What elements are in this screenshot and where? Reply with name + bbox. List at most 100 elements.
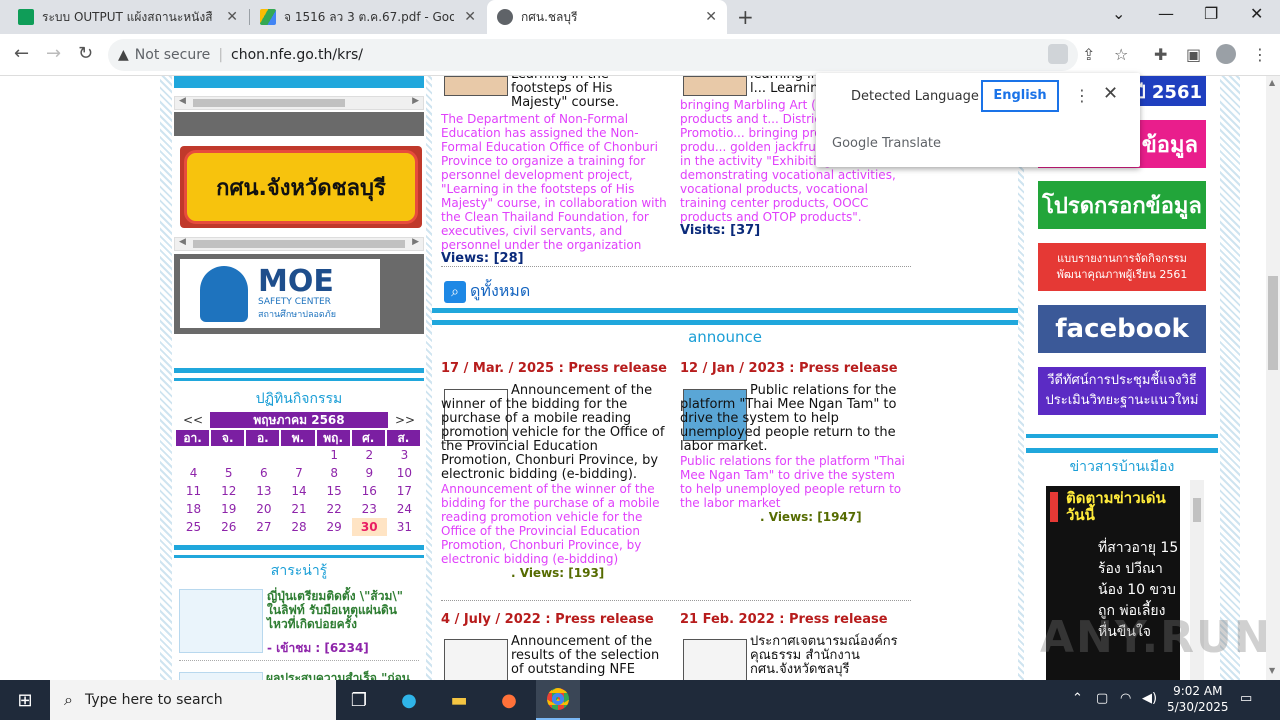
announcement-body[interactable]: ประกาศเจตนารมณ์องค์กร คุณธรรม สำนักงาน ก… <box>680 635 910 677</box>
translate-icon[interactable] <box>1048 44 1068 64</box>
menu-kebab-icon[interactable]: ⋮ <box>1252 45 1268 64</box>
extensions-icon[interactable]: ✚ <box>1154 45 1167 64</box>
banner-scrollbar-2[interactable]: ◀ ▶ <box>174 237 424 251</box>
chonburi-banner[interactable]: กศน.จังหวัดชลบุรี <box>180 146 422 228</box>
close-tab-icon[interactable]: ✕ <box>226 9 238 25</box>
announcement-date: 17 / Mar. / 2025 : Press release <box>441 361 667 376</box>
windows-start-icon[interactable]: ⊞ <box>10 686 40 714</box>
activity-title[interactable]: Learning in the footsteps of His Majesty… <box>441 76 669 110</box>
close-tab-icon[interactable]: ✕ <box>464 9 476 25</box>
calendar-day[interactable]: 22 <box>317 500 352 518</box>
calendar-day[interactable]: 18 <box>176 500 211 518</box>
calendar-day[interactable]: 7 <box>281 464 316 482</box>
calendar-day[interactable]: 19 <box>211 500 246 518</box>
browser-toolbar: ← → ↻ ▲ Not secure | chon.nfe.go.th/krs/… <box>0 34 1280 76</box>
calendar-day[interactable]: 17 <box>387 482 422 500</box>
firefox-icon[interactable]: ● <box>494 686 524 714</box>
announcement-desc[interactable]: Public relations for the platform "Thai … <box>680 454 910 510</box>
calendar-week: 11 12 13 14 15 16 17 <box>176 482 422 500</box>
announcement-body[interactable]: Announcement of the results of the selec… <box>441 635 671 677</box>
back-button[interactable]: ← <box>14 43 29 64</box>
calendar-day[interactable]: 13 <box>246 482 281 500</box>
calendar-prev-button[interactable]: << <box>176 413 210 427</box>
calendar-day[interactable]: 29 <box>317 518 352 536</box>
calendar-next-button[interactable]: >> <box>388 413 422 427</box>
file-explorer-icon[interactable]: ▬ <box>444 686 474 714</box>
knowledge-item-title[interactable]: ญี่ปุ่นเตรียมติดตั้ง \"ส้วม\" ในลิฟท์ รั… <box>267 589 417 631</box>
announcement-body[interactable]: Announcement of the winner of the biddin… <box>441 384 671 482</box>
calendar-day[interactable]: 8 <box>317 464 352 482</box>
maximize-button[interactable]: ❐ <box>1204 4 1218 23</box>
calendar-day[interactable]: 20 <box>246 500 281 518</box>
calendar-day[interactable]: 16 <box>352 482 387 500</box>
announcement-desc[interactable]: Announcement of the winner of the biddin… <box>441 482 671 566</box>
view-all-link[interactable]: ⌕ ดูทั้งหมด <box>444 279 530 304</box>
calendar-day[interactable]: 31 <box>387 518 422 536</box>
calendar-day[interactable]: 3 <box>387 446 422 464</box>
bookmark-star-icon[interactable]: ☆ <box>1114 45 1128 64</box>
notification-icon[interactable]: ▭ <box>1240 691 1252 706</box>
detected-language-option[interactable]: Detected Language <box>851 89 979 104</box>
calendar-day[interactable]: 23 <box>352 500 387 518</box>
reload-button[interactable]: ↻ <box>78 43 93 64</box>
task-view-icon[interactable]: ❐ <box>344 686 374 714</box>
knowledge-thumbnail[interactable] <box>179 589 263 653</box>
calendar-day[interactable]: 5 <box>211 464 246 482</box>
tab-search-icon[interactable]: ⌄ <box>1112 4 1125 23</box>
volume-icon[interactable]: ◀) <box>1142 691 1157 706</box>
tab-active[interactable]: กศน.ชลบุรี ✕ <box>487 0 727 34</box>
banner-scrollbar[interactable]: ◀ ▶ <box>174 96 424 110</box>
side-panel-icon[interactable]: ▣ <box>1186 45 1201 64</box>
calendar-day[interactable]: 2 <box>352 446 387 464</box>
edge-icon[interactable]: ● <box>394 686 424 714</box>
fill-data-button[interactable]: โปรดกรอกข้อมูล <box>1038 181 1206 229</box>
calendar-day[interactable]: 14 <box>281 482 316 500</box>
calendar-day[interactable]: 21 <box>281 500 316 518</box>
knowledge-next-title[interactable]: ผลประสบความสำเร็จ "ก่อน <box>266 669 410 680</box>
minimize-button[interactable]: — <box>1158 4 1174 23</box>
calendar-day[interactable]: 6 <box>246 464 281 482</box>
close-icon[interactable]: ✕ <box>1103 83 1118 104</box>
profile-avatar[interactable] <box>1216 44 1236 64</box>
calendar-day[interactable]: 25 <box>176 518 211 536</box>
calendar-day[interactable]: 24 <box>387 500 422 518</box>
tab-sheets[interactable]: ระบบ OUTPUT แผ้งสถานะหนังสือ/รายง ✕ <box>8 0 248 34</box>
calendar-day[interactable]: 12 <box>211 482 246 500</box>
share-icon[interactable]: ⇪ <box>1082 45 1095 64</box>
forward-button[interactable]: → <box>46 43 61 64</box>
calendar-day[interactable]: 1 <box>317 446 352 464</box>
calendar-day[interactable]: 26 <box>211 518 246 536</box>
url-text[interactable]: chon.nfe.go.th/krs/ <box>231 47 363 63</box>
moe-safety-banner[interactable]: MOE SAFETY CENTER สถานศึกษาปลอดภัย <box>180 259 380 328</box>
close-window-button[interactable]: ✕ <box>1250 4 1263 23</box>
more-options-icon[interactable]: ⋮ <box>1074 86 1090 105</box>
calendar-day[interactable]: 28 <box>281 518 316 536</box>
tab-drive[interactable]: จ 1516 ลว 3 ต.ค.67.pdf - Google Drive ✕ <box>250 0 486 34</box>
page-scrollbar[interactable]: ▲ ▼ <box>1266 76 1280 680</box>
calendar-day[interactable]: 27 <box>246 518 281 536</box>
calendar-day[interactable]: 9 <box>352 464 387 482</box>
wifi-icon[interactable]: ◠ <box>1120 691 1131 706</box>
announcement-date: 21 Feb. 2022 : Press release <box>680 612 888 627</box>
report-button[interactable]: แบบรายงานการจัดกิจกรรมพัฒนาคุณภาพผู้เรีย… <box>1038 243 1206 291</box>
knowledge-item[interactable]: ญี่ปุ่นเตรียมติดตั้ง \"ส้วม\" ในลิฟท์ รั… <box>179 589 419 655</box>
announcement-body[interactable]: Public relations for the platform "Thai … <box>680 384 910 454</box>
taskbar-search[interactable]: ⌕ Type here to search <box>50 680 336 720</box>
facebook-button[interactable]: facebook <box>1038 305 1206 353</box>
calendar-week: 4 5 6 7 8 9 10 <box>176 464 422 482</box>
clock[interactable]: 9:02 AM 5/30/2025 <box>1167 683 1229 715</box>
english-option[interactable]: English <box>981 80 1059 112</box>
tray-chevron-icon[interactable]: ⌃ <box>1072 691 1083 706</box>
address-bar[interactable]: ▲ Not secure | chon.nfe.go.th/krs/ <box>108 39 1078 71</box>
calendar-day[interactable]: 30 <box>351 518 387 536</box>
calendar-day[interactable]: 4 <box>176 464 211 482</box>
calendar-day[interactable]: 10 <box>387 464 422 482</box>
chrome-icon[interactable] <box>536 680 580 720</box>
calendar-day[interactable]: 11 <box>176 482 211 500</box>
new-tab-button[interactable]: + <box>737 5 754 29</box>
close-tab-icon[interactable]: ✕ <box>705 9 717 25</box>
calendar-day[interactable]: 15 <box>317 482 352 500</box>
video-button[interactable]: วีดีทัศน์การประชุมชี้แจงวิธีประเมินวิทยะ… <box>1038 367 1206 415</box>
network-icon[interactable]: ▢ <box>1096 691 1108 706</box>
activity-desc[interactable]: The Department of Non-Formal Education h… <box>441 112 669 252</box>
